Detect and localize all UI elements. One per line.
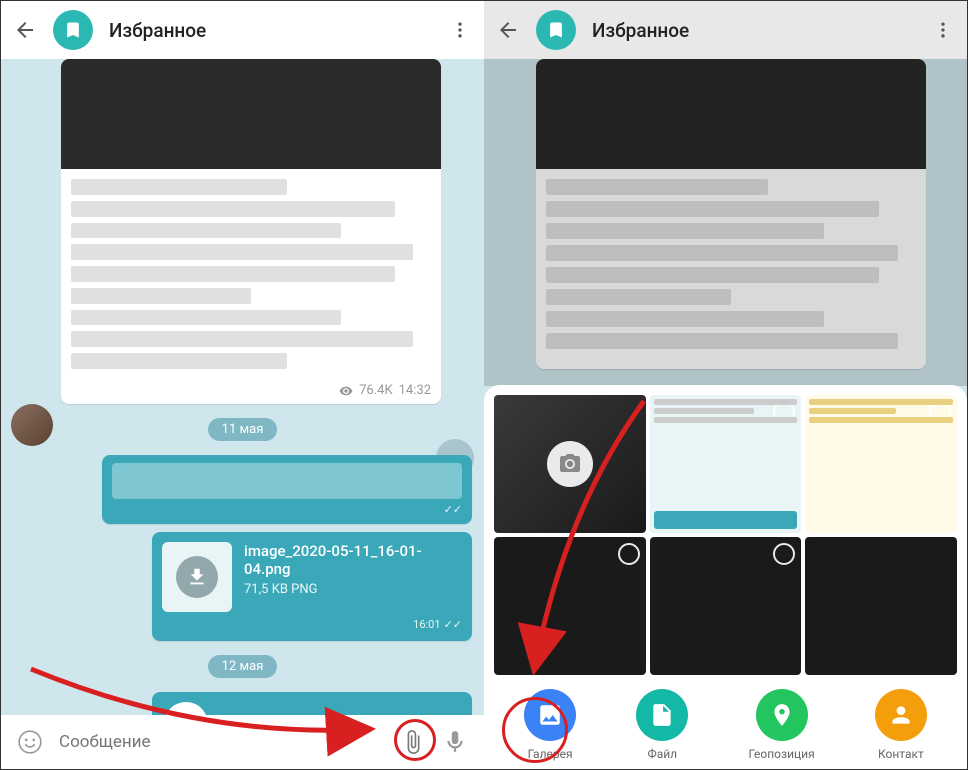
contact-icon bbox=[875, 689, 927, 741]
saved-messages-avatar[interactable] bbox=[53, 10, 93, 50]
sender-avatar[interactable] bbox=[11, 404, 53, 446]
saved-messages-avatar[interactable] bbox=[536, 10, 576, 50]
views-icon bbox=[339, 384, 353, 398]
back-button[interactable] bbox=[496, 18, 520, 42]
gallery-thumb[interactable] bbox=[805, 395, 957, 533]
forwarded-message[interactable] bbox=[536, 59, 926, 369]
gallery-icon bbox=[524, 689, 576, 741]
back-button[interactable] bbox=[13, 18, 37, 42]
sent-message[interactable]: ✓✓ bbox=[102, 455, 472, 524]
camera-icon bbox=[547, 441, 593, 487]
date-separator: 12 мая bbox=[208, 655, 278, 678]
message-time: 14:32 bbox=[399, 383, 431, 398]
file-message[interactable]: image_2020-05-11_16-01-04.png 71,5 KB PN… bbox=[152, 532, 472, 641]
location-icon bbox=[756, 689, 808, 741]
header: Избранное bbox=[484, 1, 967, 59]
gallery-thumb[interactable] bbox=[650, 395, 802, 533]
read-checks-icon: ✓✓ bbox=[444, 503, 462, 516]
message-media bbox=[536, 59, 926, 169]
tab-location[interactable]: Геопозиция bbox=[748, 689, 814, 761]
gallery-thumb[interactable] bbox=[650, 537, 802, 675]
more-button[interactable] bbox=[931, 18, 955, 42]
date-separator: 11 мая bbox=[208, 418, 278, 441]
camera-tile[interactable] bbox=[494, 395, 646, 533]
file-thumbnail[interactable] bbox=[162, 542, 232, 612]
message-input[interactable] bbox=[59, 732, 384, 752]
download-icon[interactable] bbox=[176, 556, 218, 598]
file-icon bbox=[636, 689, 688, 741]
file-meta: 71,5 KB PNG bbox=[244, 582, 462, 597]
chat-area[interactable]: 76.4K 14:32 11 мая ✓✓ bbox=[1, 59, 484, 699]
message-text-blurred bbox=[61, 169, 441, 379]
header: Избранное bbox=[1, 1, 484, 59]
emoji-button[interactable] bbox=[17, 729, 43, 755]
chat-title[interactable]: Избранное bbox=[109, 19, 432, 42]
views-count: 76.4K bbox=[359, 383, 393, 398]
attachment-tabs: Галерея Файл Геопозиция bbox=[494, 675, 957, 761]
input-bar bbox=[1, 715, 484, 769]
more-button[interactable] bbox=[448, 18, 472, 42]
select-ring-icon[interactable] bbox=[773, 543, 795, 565]
attachment-sheet: Галерея Файл Геопозиция bbox=[484, 385, 967, 769]
message-media bbox=[61, 59, 441, 169]
tab-file[interactable]: Файл bbox=[636, 689, 688, 761]
tab-contact[interactable]: Контакт bbox=[875, 689, 927, 761]
chat-title[interactable]: Избранное bbox=[592, 19, 915, 42]
read-checks-icon: ✓✓ bbox=[444, 618, 462, 631]
forwarded-message[interactable]: 76.4K 14:32 bbox=[61, 59, 441, 404]
select-ring-icon[interactable] bbox=[618, 543, 640, 565]
gallery-thumb[interactable] bbox=[805, 537, 957, 675]
file-name: image_2020-05-11_16-01-04.png bbox=[244, 542, 462, 578]
attachment-sheet-screen: Избранное bbox=[484, 1, 967, 769]
message-text-blurred bbox=[536, 169, 926, 369]
tab-gallery[interactable]: Галерея bbox=[524, 689, 576, 761]
mic-button[interactable] bbox=[442, 729, 468, 755]
gallery-thumb[interactable] bbox=[494, 537, 646, 675]
gallery-grid bbox=[494, 395, 957, 675]
chat-screen: Избранное 76.4K 14:32 bbox=[1, 1, 484, 769]
attach-button[interactable] bbox=[400, 729, 426, 755]
